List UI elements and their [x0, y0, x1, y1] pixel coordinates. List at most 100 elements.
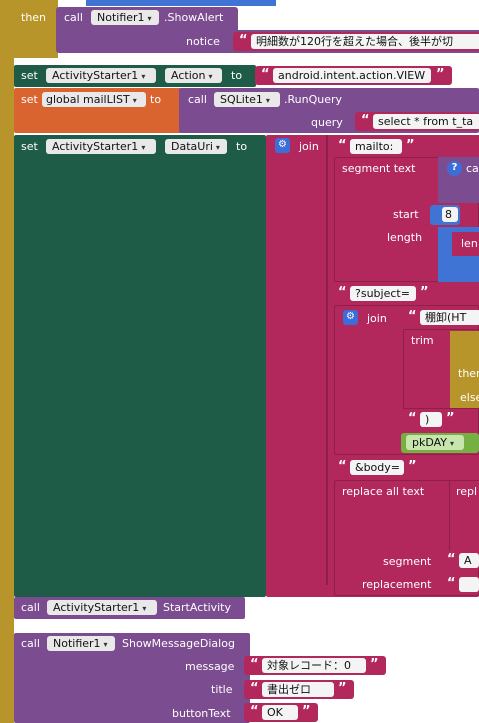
global-variable-dropdown[interactable]: global mailLIST ▾	[42, 92, 146, 107]
then-label: then	[21, 11, 47, 24]
mailto-string-block[interactable]: “ mailto: ”	[332, 137, 422, 156]
runquery-method: .RunQuery	[284, 93, 343, 106]
upper-block-stub	[86, 0, 276, 6]
open-quote-icon: “	[361, 113, 370, 128]
component-name: Notifier1	[53, 637, 101, 650]
title-string-block[interactable]: “ 書出ゼロ ”	[244, 680, 354, 699]
segment-param-label: segment	[383, 555, 432, 568]
open-quote-icon: “	[338, 459, 347, 474]
close-quote-icon: ”	[338, 681, 347, 696]
notifier1-component-dropdown[interactable]: Notifier1 ▾	[91, 10, 159, 25]
message-string-block[interactable]: “ 対象レコード：0 ”	[244, 656, 386, 675]
component-name: pkDAY	[412, 436, 448, 449]
property-name: Action	[171, 69, 206, 82]
start-param-label: start	[393, 208, 419, 221]
segment-string-block[interactable]: “ A	[441, 551, 479, 570]
replacement-string-block[interactable]: “	[441, 575, 479, 594]
close-quote-icon: ”	[302, 704, 311, 719]
repl-partial-label: repl	[456, 485, 478, 498]
if-then-block[interactable]	[0, 0, 14, 723]
else-partial-label: else	[460, 391, 479, 404]
subject-text-field[interactable]: ?subject=	[350, 286, 416, 301]
open-quote-icon: “	[250, 681, 259, 696]
open-quote-icon: “	[408, 309, 417, 324]
body-text-field[interactable]: &body=	[350, 460, 404, 475]
property-name: DataUri	[171, 140, 213, 153]
call-label: call	[64, 11, 83, 24]
datauri-property-dropdown[interactable]: DataUri ▾	[165, 139, 227, 154]
component-name: ActivityStarter1	[52, 69, 139, 82]
notice-string-block[interactable]: “ 明細数が120行を超えた場合、後半が切	[233, 32, 479, 51]
body-string-block[interactable]: “ &body= ”	[332, 458, 424, 477]
title-param-label: title	[211, 683, 233, 696]
dropdown-arrow-icon: ▾	[265, 96, 270, 105]
dropdown-arrow-icon: ▾	[147, 14, 152, 23]
buttontext-string-block[interactable]: “ OK ”	[244, 703, 318, 722]
showmessagedialog-method: ShowMessageDialog	[122, 637, 235, 650]
activitystarter-dropdown[interactable]: ActivityStarter1 ▾	[46, 139, 156, 154]
message-param-label: message	[185, 660, 235, 673]
segment-text-partial: ca	[466, 162, 479, 175]
then-partial-label: then	[458, 367, 479, 380]
call-label: call	[188, 93, 207, 106]
help-icon[interactable]: ?	[447, 161, 462, 176]
gear-icon[interactable]: ⚙	[275, 138, 290, 153]
open-quote-icon: “	[239, 33, 248, 48]
tanaoroshi-string-block[interactable]: “ 棚卸(HT	[402, 308, 479, 327]
tanaoroshi-text-field[interactable]: 棚卸(HT	[420, 310, 479, 325]
open-quote-icon: “	[338, 285, 347, 300]
dropdown-arrow-icon: ▾	[215, 143, 220, 152]
dropdown-arrow-icon: ▾	[450, 439, 455, 448]
dropdown-arrow-icon: ▾	[141, 143, 146, 152]
mailto-text-field[interactable]: mailto:	[350, 139, 402, 154]
variable-name: global mailLIST	[46, 93, 130, 106]
close-quote-icon: ”	[370, 657, 379, 672]
open-quote-icon: “	[250, 657, 259, 672]
close-quote-icon: ”	[420, 285, 429, 300]
buttontext-text-field[interactable]: OK	[262, 705, 298, 720]
segment-text-field[interactable]: A	[459, 553, 479, 568]
sqlite1-component-dropdown[interactable]: SQLite1 ▾	[214, 92, 280, 107]
component-name: ActivityStarter1	[53, 601, 140, 614]
close-paren-text-field[interactable]: )	[420, 412, 442, 427]
close-paren-string-block[interactable]: “ ) ”	[402, 410, 462, 429]
query-string-block[interactable]: “ select * from t_ta	[355, 112, 479, 131]
gear-icon[interactable]: ⚙	[343, 310, 358, 325]
set-label: set	[21, 140, 38, 153]
start-number-field[interactable]: 8	[442, 207, 458, 222]
action-text-field[interactable]: android.intent.action.VIEW	[273, 68, 431, 83]
to-label: to	[150, 93, 162, 106]
activitystarter-dropdown[interactable]: ActivityStarter1 ▾	[46, 68, 156, 83]
dropdown-arrow-icon: ▾	[132, 96, 137, 105]
open-quote-icon: “	[250, 704, 259, 719]
activitystarter-dropdown[interactable]: ActivityStarter1 ▾	[47, 600, 157, 615]
message-text-field[interactable]: 対象レコード：0	[262, 658, 366, 673]
title-text-field[interactable]: 書出ゼロ	[262, 682, 334, 697]
then-arm	[0, 0, 58, 58]
notifier1-component-dropdown[interactable]: Notifier1 ▾	[47, 636, 115, 651]
action-string-block[interactable]: “ android.intent.action.VIEW ”	[255, 66, 452, 85]
replacement-text-field[interactable]	[459, 577, 479, 592]
component-name: SQLite1	[220, 93, 263, 106]
length-partial-label: len	[461, 237, 478, 250]
showalert-method: .ShowAlert	[164, 11, 224, 24]
component-name: Notifier1	[97, 11, 145, 24]
close-quote-icon: ”	[436, 67, 445, 82]
set-datauri-block[interactable]	[14, 135, 266, 597]
notice-text-field[interactable]: 明細数が120行を超えた場合、後半が切	[251, 34, 479, 49]
notice-param-label: notice	[186, 35, 220, 48]
call-label: call	[21, 601, 40, 614]
segment-text-label: segment text	[342, 162, 416, 175]
open-quote-icon: “	[447, 576, 456, 591]
buttontext-param-label: buttonText	[172, 707, 231, 720]
dropdown-arrow-icon: ▾	[142, 604, 147, 613]
close-quote-icon: ”	[446, 411, 455, 426]
action-property-dropdown[interactable]: Action ▾	[165, 68, 222, 83]
close-quote-icon: ”	[408, 459, 417, 474]
open-quote-icon: “	[447, 552, 456, 567]
dropdown-arrow-icon: ▾	[141, 72, 146, 81]
query-text-field[interactable]: select * from t_ta	[373, 114, 479, 129]
subject-string-block[interactable]: “ ?subject= ”	[332, 284, 436, 303]
pkday-dropdown[interactable]: pkDAY ▾	[406, 435, 464, 450]
length-param-label: length	[387, 231, 423, 244]
